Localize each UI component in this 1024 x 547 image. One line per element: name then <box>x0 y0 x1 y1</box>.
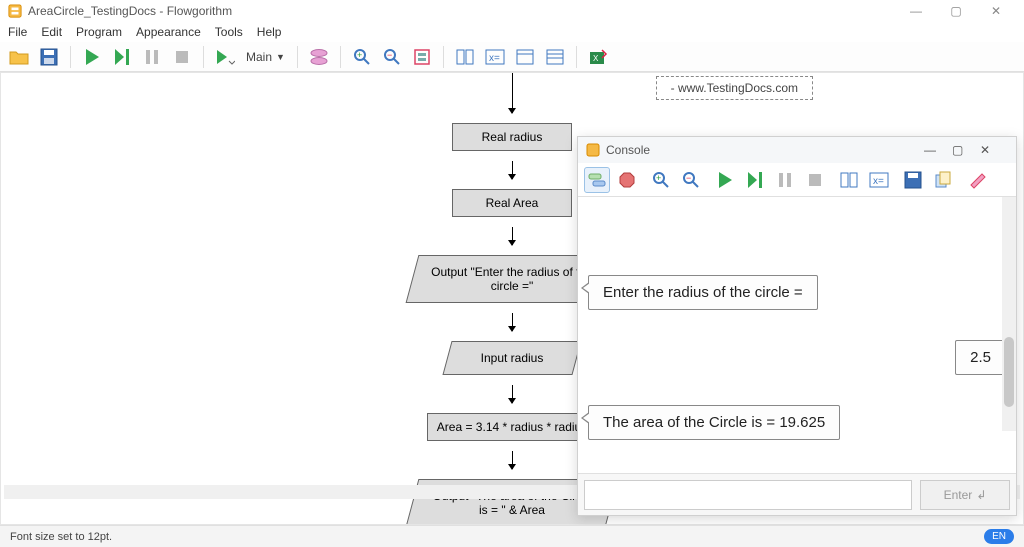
node-declare-area[interactable]: Real Area <box>452 189 572 217</box>
menu-help[interactable]: Help <box>257 25 282 39</box>
node-declare-radius[interactable]: Real radius <box>452 123 572 151</box>
node-input-radius[interactable]: Input radius <box>447 341 577 375</box>
zoom-out-button[interactable]: − <box>379 44 405 70</box>
menu-file[interactable]: File <box>8 25 27 39</box>
console-save-button[interactable] <box>900 167 926 193</box>
console-stop2-button[interactable] <box>802 167 828 193</box>
menubar: File Edit Program Appearance Tools Help <box>0 22 1024 42</box>
console-output-2: The area of the Circle is = 19.625 <box>588 405 840 440</box>
svg-text:X: X <box>593 54 599 63</box>
console-zoom-out-button[interactable]: − <box>678 167 704 193</box>
console-output-1: Enter the radius of the circle = <box>588 275 818 310</box>
window1-button[interactable] <box>512 44 538 70</box>
zoom-in-button[interactable]: + <box>349 44 375 70</box>
console-step-button[interactable] <box>742 167 768 193</box>
console-close-button[interactable]: ✕ <box>980 143 1008 157</box>
svg-text:−: − <box>686 173 691 183</box>
console-stop-button[interactable] <box>614 167 640 193</box>
pause-button[interactable] <box>139 44 165 70</box>
svg-text:+: + <box>357 50 362 60</box>
console-run-button[interactable] <box>712 167 738 193</box>
console-layout-button[interactable] <box>836 167 862 193</box>
svg-text:x=: x= <box>873 176 884 187</box>
open-button[interactable] <box>6 44 32 70</box>
console-window: Console — ▢ ✕ + − x= Enter the radius of… <box>577 136 1017 516</box>
menu-program[interactable]: Program <box>76 25 122 39</box>
console-vars-button[interactable]: x= <box>866 167 892 193</box>
console-title: Console <box>606 143 650 157</box>
console-pause-button[interactable] <box>772 167 798 193</box>
enter-icon: ↲ <box>976 488 986 502</box>
window2-button[interactable] <box>542 44 568 70</box>
console-titlebar[interactable]: Console — ▢ ✕ <box>578 137 1016 163</box>
console-vscrollbar[interactable] <box>1002 197 1016 431</box>
stop-button[interactable] <box>169 44 195 70</box>
console-enter-button[interactable]: Enter ↲ <box>920 480 1010 510</box>
shapes-button[interactable] <box>306 44 332 70</box>
node-assign-area[interactable]: Area = 3.14 * radius * radius <box>427 413 597 441</box>
status-text: Font size set to 12pt. <box>10 531 112 543</box>
close-button[interactable]: ✕ <box>976 0 1016 22</box>
console-input-1: 2.5 <box>955 340 1006 375</box>
menu-tools[interactable]: Tools <box>215 25 243 39</box>
console-maximize-button[interactable]: ▢ <box>952 143 980 157</box>
layout-button[interactable] <box>452 44 478 70</box>
variables-button[interactable]: x= <box>482 44 508 70</box>
step-button[interactable] <box>109 44 135 70</box>
main-toolbar: Main▼ + − x= X <box>0 42 1024 72</box>
svg-text:+: + <box>656 173 661 183</box>
menu-appearance[interactable]: Appearance <box>136 25 201 39</box>
language-indicator[interactable]: EN <box>984 529 1014 544</box>
svg-text:−: − <box>387 50 392 60</box>
window-title: AreaCircle_TestingDocs - Flowgorithm <box>28 4 232 18</box>
console-clear-button[interactable] <box>964 167 990 193</box>
function-selector[interactable]: Main▼ <box>242 50 289 64</box>
console-minimize-button[interactable]: — <box>924 143 952 157</box>
console-body: Enter the radius of the circle = 2.5 The… <box>578 197 1016 473</box>
minimize-button[interactable]: — <box>896 0 936 22</box>
console-input-bar: Enter ↲ <box>578 473 1016 515</box>
titlebar: AreaCircle_TestingDocs - Flowgorithm — ▢… <box>0 0 1024 22</box>
console-input-field[interactable] <box>584 480 912 510</box>
menu-edit[interactable]: Edit <box>41 25 62 39</box>
svg-text:x=: x= <box>489 53 500 64</box>
app-logo-icon <box>8 4 22 18</box>
run-button[interactable] <box>79 44 105 70</box>
console-logo-icon <box>586 143 600 157</box>
console-zoom-in-button[interactable]: + <box>648 167 674 193</box>
zoom-fit-button[interactable] <box>409 44 435 70</box>
maximize-button[interactable]: ▢ <box>936 0 976 22</box>
export-button[interactable]: X <box>585 44 611 70</box>
console-copy-button[interactable] <box>930 167 956 193</box>
status-bar: Font size set to 12pt. EN <box>0 525 1024 547</box>
console-mode-button[interactable] <box>584 167 610 193</box>
console-toolbar: + − x= <box>578 163 1016 197</box>
run-speed-button[interactable] <box>212 44 238 70</box>
save-button[interactable] <box>36 44 62 70</box>
